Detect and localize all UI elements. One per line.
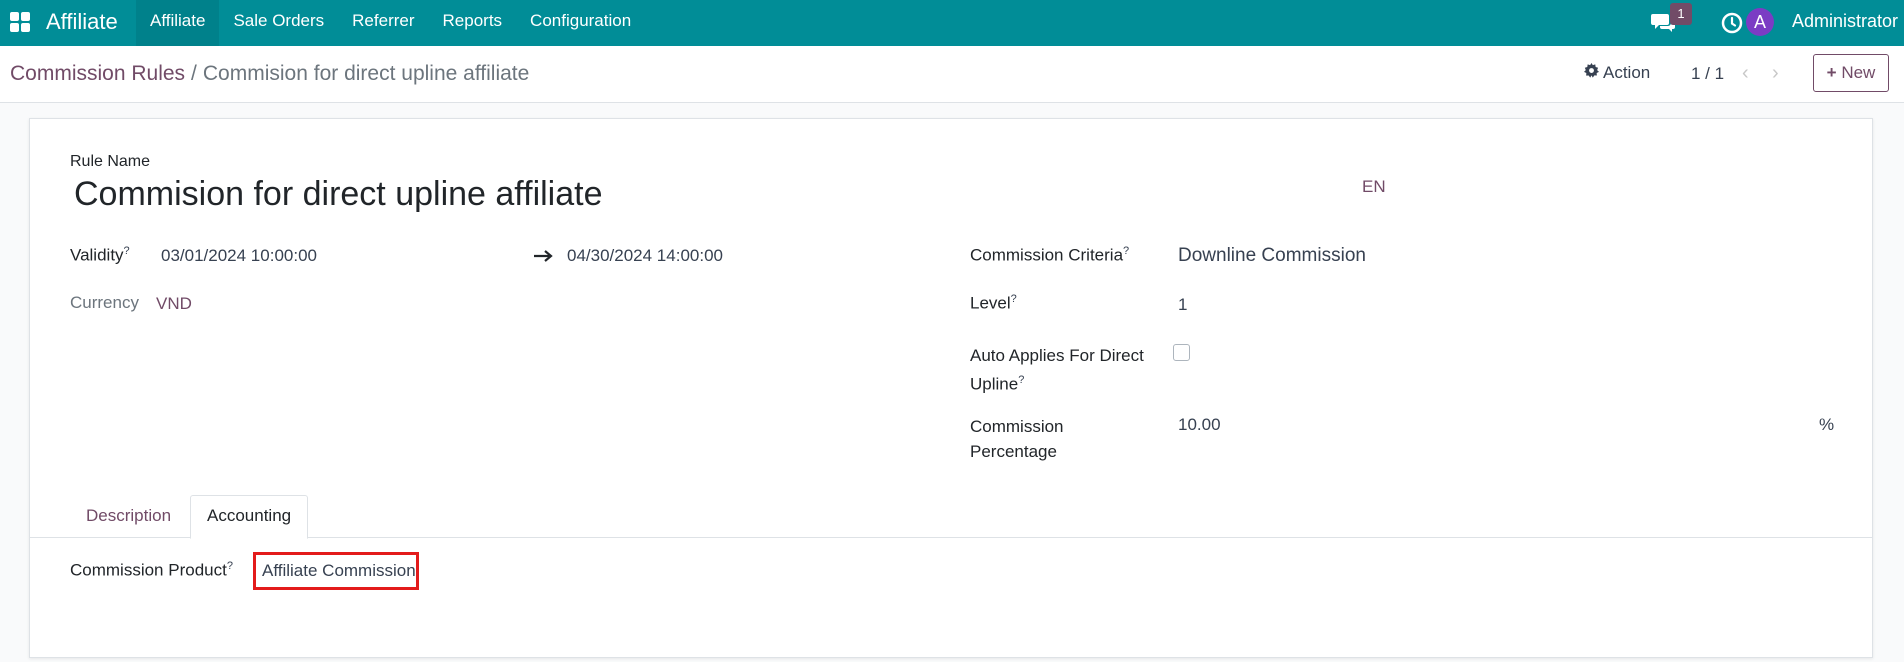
commission-product-label-text: Commission Product [70, 560, 227, 580]
main-menu: Affiliate Sale Orders Referrer Reports C… [136, 0, 645, 46]
menu-item-configuration[interactable]: Configuration [516, 0, 645, 46]
chat-badge: 1 [1670, 3, 1692, 25]
help-icon[interactable]: ? [1018, 374, 1024, 386]
top-navbar: Affiliate Affiliate Sale Orders Referrer… [0, 0, 1904, 46]
apps-menu-icon[interactable] [8, 10, 32, 34]
help-icon[interactable]: ? [227, 560, 233, 572]
commission-percentage-field[interactable]: 10.00 [1178, 415, 1221, 435]
clock-icon[interactable] [1720, 11, 1744, 35]
plus-icon: + [1826, 63, 1837, 82]
new-button[interactable]: + New [1813, 54, 1889, 92]
breadcrumb: Commission Rules / Commision for direct up… [10, 62, 529, 86]
commission-percentage-label-line1: Commission [970, 417, 1064, 436]
breadcrumb-parent-link[interactable]: Commission Rules [10, 62, 185, 85]
currency-field[interactable]: VND [156, 294, 192, 314]
commission-percentage-label: Commission Percentage [970, 414, 1064, 464]
commission-percentage-label-line2: Percentage [970, 442, 1057, 461]
chevron-right-icon[interactable]: › [1772, 62, 1779, 85]
gear-icon [1584, 63, 1599, 78]
form-sheet: Rule Name Commision for direct upline af… [29, 118, 1873, 658]
rule-name-input[interactable]: Commision for direct upline affiliate [74, 175, 603, 214]
breadcrumb-current: Commision for direct upline affiliate [202, 62, 530, 85]
rule-name-label: Rule Name [70, 153, 151, 170]
tab-description[interactable]: Description [70, 496, 187, 538]
percent-unit: % [1819, 415, 1835, 434]
help-icon[interactable]: ? [124, 245, 130, 257]
action-button[interactable]: Action [1584, 63, 1650, 83]
level-label: Level? [970, 293, 1017, 314]
chevron-left-icon[interactable]: ‹ [1742, 62, 1749, 85]
app-brand[interactable]: Affiliate [46, 9, 118, 35]
menu-item-reports[interactable]: Reports [429, 0, 517, 46]
new-label: New [1841, 63, 1876, 82]
breadcrumb-separator: / [191, 62, 197, 85]
auto-applies-label-line1: Auto Applies For Direct [970, 346, 1144, 365]
arrow-right-icon [534, 250, 553, 262]
menu-item-sale-orders[interactable]: Sale Orders [219, 0, 338, 46]
validity-label-text: Validity [70, 245, 124, 265]
auto-applies-checkbox[interactable] [1173, 344, 1190, 361]
tab-accounting[interactable]: Accounting [190, 495, 309, 539]
validity-label: Validity? [70, 245, 130, 266]
navbar-systray: 1 A Administrator [1604, 0, 1904, 46]
level-label-text: Level [970, 293, 1011, 313]
menu-item-affiliate[interactable]: Affiliate [136, 0, 220, 46]
action-label: Action [1603, 63, 1651, 82]
auto-applies-label-line2: Upline [970, 374, 1019, 394]
avatar[interactable]: A [1746, 8, 1774, 36]
commission-criteria-field[interactable]: Downline Commission [1178, 245, 1366, 267]
pager-value[interactable]: 1 / 1 [1691, 64, 1724, 84]
commission-criteria-label: Commission Criteria? [970, 245, 1129, 266]
commission-product-label: Commission Product? [70, 560, 233, 581]
validity-end-field[interactable]: 04/30/2024 14:00:00 [567, 246, 723, 266]
control-panel: Commission Rules / Commision for direct up… [0, 46, 1904, 103]
currency-label: Currency [70, 293, 139, 312]
commission-criteria-label-text: Commission Criteria [970, 245, 1124, 265]
level-field[interactable]: 1 [1178, 295, 1187, 315]
user-name[interactable]: Administrator [1792, 11, 1898, 32]
menu-item-referrer[interactable]: Referrer [338, 0, 428, 46]
commission-product-field[interactable]: Affiliate Commission [253, 552, 419, 590]
help-icon[interactable]: ? [1123, 245, 1129, 257]
language-button[interactable]: EN [1362, 177, 1386, 197]
help-icon[interactable]: ? [1011, 293, 1017, 305]
auto-applies-label: Auto Applies For Direct Upline? [970, 343, 1144, 397]
validity-start-field[interactable]: 03/01/2024 10:00:00 [161, 246, 317, 266]
